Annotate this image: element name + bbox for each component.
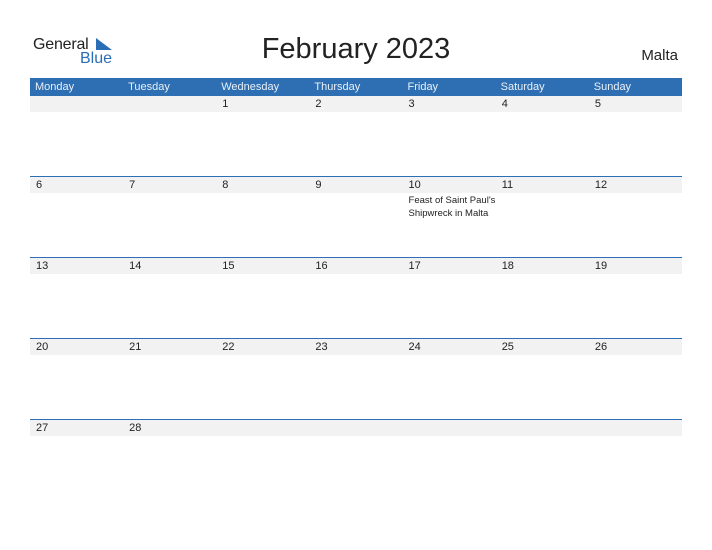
day-cell: 18 [496, 257, 589, 338]
day-cell [30, 96, 123, 177]
week-row: 6 7 8 9 10 Feast of Saint Paul's Shipwreck in… [30, 176, 682, 257]
day-number: 6 [36, 179, 43, 191]
day-cell: 11 [496, 176, 589, 257]
day-number: 12 [594, 179, 608, 191]
day-number: 16 [315, 260, 328, 272]
day-number: 8 [222, 179, 229, 191]
day-number: 28 [129, 422, 142, 434]
day-number: 27 [36, 422, 49, 434]
day-cell: 19 [589, 257, 682, 338]
day-cell: 15 [216, 257, 309, 338]
weekday-monday: Monday [35, 81, 75, 93]
day-number: 23 [315, 341, 328, 353]
week-row: 20 21 22 23 24 25 26 [30, 338, 682, 419]
day-cell: 16 [309, 257, 402, 338]
day-cell [123, 96, 216, 177]
day-cell: 2 [309, 96, 402, 177]
day-cell: 25 [496, 338, 589, 419]
day-number: 2 [315, 98, 322, 110]
day-cell: 23 [309, 338, 402, 419]
weekday-wednesday: Wednesday [221, 81, 280, 93]
day-number: 20 [36, 341, 49, 353]
day-number: 1 [222, 98, 229, 110]
day-number: 25 [501, 341, 514, 353]
day-cell: 13 [30, 257, 123, 338]
holiday-event: Feast of Saint Paul's Shipwreck in Malta [408, 195, 496, 219]
day-cell: 14 [123, 257, 216, 338]
week-row: 27 28 [30, 419, 682, 500]
day-cell: 12 [589, 176, 682, 257]
day-number: 3 [408, 98, 415, 110]
day-number: 18 [501, 260, 514, 272]
day-cell: 26 [589, 338, 682, 419]
day-cell: 28 [123, 419, 216, 500]
weekday-saturday: Saturday [500, 81, 545, 93]
day-number: 4 [501, 98, 508, 110]
day-number: 15 [222, 260, 235, 272]
day-cell: 21 [123, 338, 216, 419]
day-cell: 3 [403, 96, 496, 177]
day-number: 7 [129, 179, 136, 191]
day-cell: 8 [216, 176, 309, 257]
day-number: 5 [594, 98, 601, 110]
day-cell: 7 [123, 176, 216, 257]
day-cell: 27 [30, 419, 123, 500]
day-cell: 20 [30, 338, 123, 419]
day-cell: 9 [309, 176, 402, 257]
day-number: 10 [408, 179, 421, 191]
day-cell: 24 [403, 338, 496, 419]
day-number: 22 [222, 341, 235, 353]
weekday-thursday: Thursday [314, 81, 361, 93]
day-number: 19 [594, 260, 608, 272]
day-cell: 22 [216, 338, 309, 419]
day-cell: 10 Feast of Saint Paul's Shipwreck in Mal… [403, 176, 496, 257]
week-row: 1 2 3 4 5 [30, 96, 682, 177]
day-number: 14 [129, 260, 142, 272]
day-number: 17 [408, 260, 421, 272]
day-cell: 1 [216, 96, 309, 177]
day-cell: 17 [403, 257, 496, 338]
week-row: 13 14 15 16 17 18 19 [30, 257, 682, 338]
country-label: Malta [641, 47, 678, 64]
day-number: 11 [501, 179, 514, 191]
weekday-friday: Friday [407, 81, 439, 93]
day-cell: 6 [30, 176, 123, 257]
weekday-sunday: Sunday [593, 81, 632, 93]
day-number: 9 [315, 179, 322, 191]
day-number: 21 [129, 341, 142, 353]
day-cell: 4 [496, 96, 589, 177]
calendar-title: February 2023 [261, 33, 451, 65]
day-number: 24 [408, 341, 421, 353]
day-cell: 5 [589, 96, 682, 177]
weekday-tuesday: Tuesday [128, 81, 170, 93]
day-number: 26 [594, 341, 608, 353]
day-number: 13 [36, 260, 49, 272]
weekday-header: Monday Tuesday Wednesday Thursday Friday Satu… [30, 78, 682, 96]
